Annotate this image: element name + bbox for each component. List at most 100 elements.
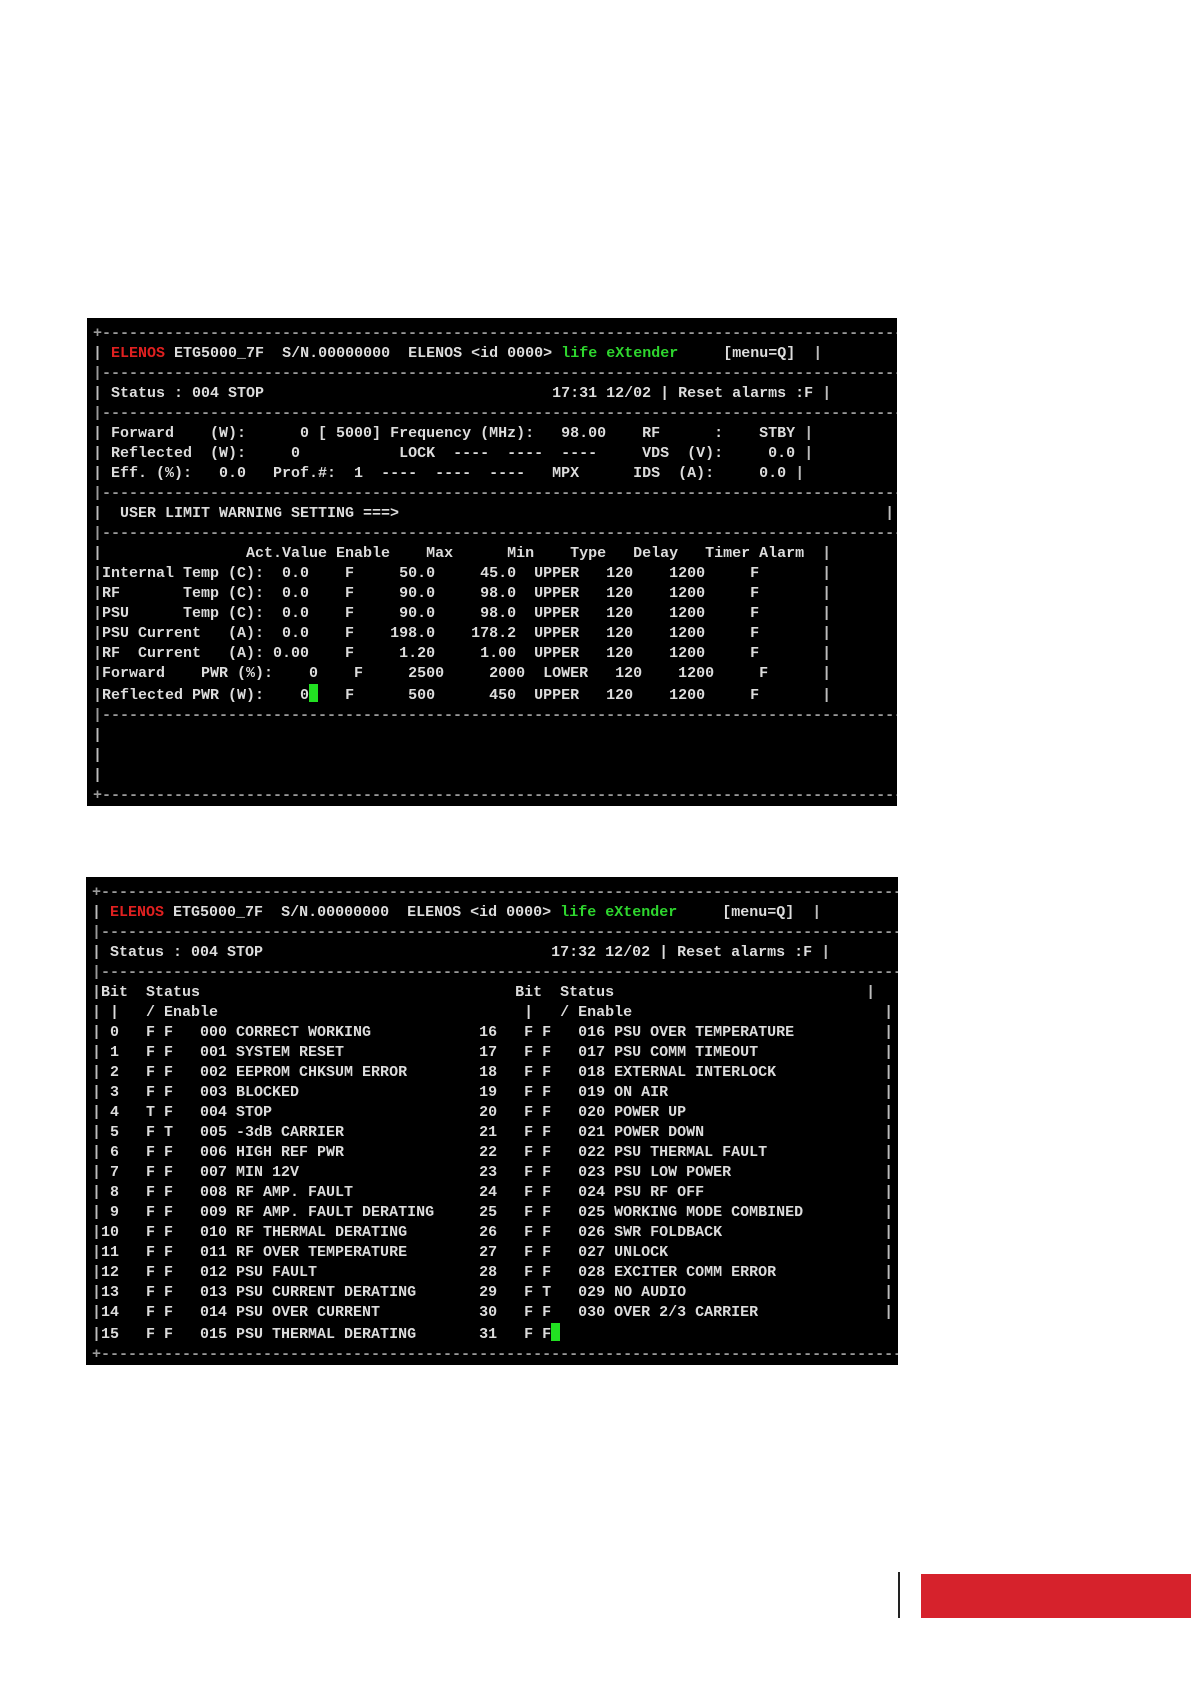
bit-row-11: 11 F F 011 RF OVER TEMPERATURE 27 F F 02… xyxy=(101,1244,669,1261)
ids-value: IDS (A): 0.0 xyxy=(633,465,787,482)
status-bit-row[interactable]: | 8 F F 008 RF AMP. FAULT 24 F F 024 PSU… xyxy=(92,1183,893,1203)
header-line: | ELENOS ETG5000_7F S/N.00000000 ELENOS … xyxy=(93,345,823,362)
status-bit-row[interactable]: | 3 F F 003 BLOCKED 19 F F 019 ON AIR | xyxy=(92,1083,893,1103)
slogan: life eXtender xyxy=(560,904,678,921)
table-header: | Act.Value Enable Max Min Type Delay Ti… xyxy=(93,545,832,562)
table-row[interactable]: |RF Temp (C): 0.0 F 90.0 98.0 UPPER 120 … xyxy=(93,584,891,604)
warning-title: USER LIMIT WARNING SETTING ===> xyxy=(120,505,400,522)
bit-row-13: 13 F F 013 PSU CURRENT DERATING 29 F T 0… xyxy=(101,1284,687,1301)
warning-title-line: | USER LIMIT WARNING SETTING ===> | xyxy=(93,505,895,522)
status-label: Status : 004 STOP xyxy=(111,385,265,402)
status-bit-row[interactable]: |13 F F 013 PSU CURRENT DERATING 29 F T … xyxy=(92,1283,893,1303)
measure-row: | Eff. (%): 0.0 Prof.#: 1 ---- ---- ----… xyxy=(93,465,805,482)
slogan: life eXtender xyxy=(561,345,679,362)
status-line: | Status : 004 STOP 17:31 12/02 | Reset … xyxy=(93,385,832,402)
row-psu-temp: PSU Temp (C): 0.0 F 90.0 98.0 UPPER 120 … xyxy=(102,605,760,622)
column-header-text: Bit Status Bit Status xyxy=(101,984,615,1001)
clock: 17:31 12/02 xyxy=(552,385,652,402)
row-rf-temp: RF Temp (C): 0.0 F 90.0 98.0 UPPER 120 1… xyxy=(102,585,760,602)
status-bit-row[interactable]: |10 F F 010 RF THERMAL DERATING 26 F F 0… xyxy=(92,1223,893,1243)
status-bit-row[interactable]: | 0 F F 000 CORRECT WORKING 16 F F 016 P… xyxy=(92,1023,893,1043)
empty-line: | | xyxy=(93,727,897,744)
efficiency: Eff. (%): 0.0 Prof.#: 1 xyxy=(111,465,364,482)
bit-row-3: 3 F F 003 BLOCKED 19 F F 019 ON AIR xyxy=(101,1084,669,1101)
bit-row-5: 5 F T 005 -3dB CARRIER 21 F F 021 POWER … xyxy=(101,1124,705,1141)
footer-brand-bar xyxy=(921,1574,1191,1618)
forward-power: Forward (W): 0 [ 5000] xyxy=(111,425,382,442)
frequency: Frequency (MHz): 98.00 xyxy=(390,425,607,442)
reflected-power: Reflected (W): 0 xyxy=(111,445,301,462)
table-header-text: Act.Value Enable Max Min Type Delay Time… xyxy=(102,545,805,562)
menu-hint[interactable]: [menu=Q] xyxy=(723,345,795,362)
terminal-screen-limits[interactable]: +---------------------------------------… xyxy=(87,318,897,806)
bit-row-0: 0 F F 000 CORRECT WORKING 16 F F 016 PSU… xyxy=(101,1024,795,1041)
table-row[interactable]: |RF Current (A): 0.00 F 1.20 1.00 UPPER … xyxy=(93,644,891,664)
rf-state: RF : STBY xyxy=(642,425,796,442)
bit-row-12: 12 F F 012 PSU FAULT 28 F F 028 EXCITER … xyxy=(101,1264,777,1281)
terminal-screen-status-bits[interactable]: +---------------------------------------… xyxy=(86,877,898,1365)
separator: |---------------------------------------… xyxy=(93,405,897,422)
row-psu-current: PSU Current (A): 0.0 F 198.0 178.2 UPPER… xyxy=(102,625,760,642)
maker-name: ELENOS xyxy=(407,904,462,921)
serial-number: S/N.00000000 xyxy=(282,345,391,362)
status-line: | Status : 004 STOP 17:32 12/02 | Reset … xyxy=(92,944,831,961)
serial-number: S/N.00000000 xyxy=(281,904,390,921)
row-rf-current: RF Current (A): 0.00 F 1.20 1.00 UPPER 1… xyxy=(102,645,760,662)
bit-row-9: 9 F F 009 RF AMP. FAULT DERATING 25 F F … xyxy=(101,1204,804,1221)
table-row[interactable]: |Internal Temp (C): 0.0 F 50.0 45.0 UPPE… xyxy=(93,564,891,584)
table-row[interactable]: |PSU Current (A): 0.0 F 198.0 178.2 UPPE… xyxy=(93,624,891,644)
status-bit-row[interactable]: |12 F F 012 PSU FAULT 28 F F 028 EXCITER… xyxy=(92,1263,893,1283)
bit-row-6: 6 F F 006 HIGH REF PWR 22 F F 022 PSU TH… xyxy=(101,1144,768,1161)
lock-state: LOCK ---- ---- ---- xyxy=(399,445,598,462)
separator: |---------------------------------------… xyxy=(92,964,898,981)
table-row[interactable]: |PSU Temp (C): 0.0 F 90.0 98.0 UPPER 120… xyxy=(93,604,891,624)
model-name: ETG5000_7F xyxy=(174,345,265,362)
vds-value: VDS (V): 0.0 xyxy=(642,445,796,462)
separator: |---------------------------------------… xyxy=(93,707,897,724)
mpx-state: ---- ---- ---- MPX xyxy=(381,465,580,482)
status-bit-row[interactable]: | 1 F F 001 SYSTEM RESET 17 F F 017 PSU … xyxy=(92,1043,893,1063)
column-header: |Bit Status Bit Status | xyxy=(92,984,876,1001)
status-bit-row[interactable]: | 5 F T 005 -3dB CARRIER 21 F F 021 POWE… xyxy=(92,1123,893,1143)
status-bit-row[interactable]: | 6 F F 006 HIGH REF PWR 22 F F 022 PSU … xyxy=(92,1143,893,1163)
clock: 17:32 12/02 xyxy=(551,944,651,961)
table-row[interactable]: |Forward PWR (%): 0 F 2500 2000 LOWER 12… xyxy=(93,664,891,684)
measure-row: | Forward (W): 0 [ 5000] Frequency (MHz)… xyxy=(93,425,814,442)
status-bit-row[interactable]: | 7 F F 007 MIN 12V 23 F F 023 PSU LOW P… xyxy=(92,1163,893,1183)
reset-alarms[interactable]: Reset alarms :F xyxy=(678,385,813,402)
bit-row-8: 8 F F 008 RF AMP. FAULT 24 F F 024 PSU R… xyxy=(101,1184,705,1201)
status-bit-row[interactable]: | 4 T F 004 STOP 20 F F 020 POWER UP | xyxy=(92,1103,893,1123)
separator: |---------------------------------------… xyxy=(93,485,897,502)
measure-row: | Reflected (W): 0 LOCK ---- ---- ---- V… xyxy=(93,445,814,462)
footer-divider xyxy=(898,1572,900,1618)
reset-alarms[interactable]: Reset alarms :F xyxy=(677,944,812,961)
row-forward-pwr: Forward PWR (%): 0 F 2500 2000 LOWER 120… xyxy=(102,665,769,682)
status-label: Status : 004 STOP xyxy=(110,944,264,961)
status-bit-row[interactable]: | 9 F F 009 RF AMP. FAULT DERATING 25 F … xyxy=(92,1203,893,1223)
empty-line: | | xyxy=(93,767,897,784)
status-bit-row[interactable]: |14 F F 014 PSU OVER CURRENT 30 F F 030 … xyxy=(92,1303,893,1323)
column-header: | | / Enable | / Enable | xyxy=(92,1004,894,1021)
status-bit-row[interactable]: |15 F F 015 PSU THERMAL DERATING 31 F F … xyxy=(92,1323,892,1345)
separator: +---------------------------------------… xyxy=(93,787,897,804)
brand-elenos: ELENOS xyxy=(110,904,165,921)
separator: |---------------------------------------… xyxy=(93,365,897,382)
bit-row-10: 10 F F 010 RF THERMAL DERATING 26 F F 02… xyxy=(101,1224,723,1241)
menu-hint[interactable]: [menu=Q] xyxy=(722,904,794,921)
separator: +---------------------------------------… xyxy=(93,325,897,342)
status-bit-row[interactable]: |11 F F 011 RF OVER TEMPERATURE 27 F F 0… xyxy=(92,1243,893,1263)
model-name: ETG5000_7F xyxy=(173,904,264,921)
bit-row-15: 15 F F 015 PSU THERMAL DERATING 31 F F xyxy=(101,1326,552,1343)
text-cursor xyxy=(551,1323,561,1341)
brand-elenos: ELENOS xyxy=(111,345,166,362)
empty-line: | | xyxy=(93,747,897,764)
header-line: | ELENOS ETG5000_7F S/N.00000000 ELENOS … xyxy=(92,904,822,921)
bit-row-14: 14 F F 014 PSU OVER CURRENT 30 F F 030 O… xyxy=(101,1304,759,1321)
row-reflected-pwr-values: F 500 450 UPPER 120 1200 F xyxy=(345,687,760,704)
bit-row-7: 7 F F 007 MIN 12V 23 F F 023 PSU LOW POW… xyxy=(101,1164,732,1181)
status-bit-row[interactable]: | 2 F F 002 EEPROM CHKSUM ERROR 18 F F 0… xyxy=(92,1063,893,1083)
device-id: <id 0000> xyxy=(470,904,552,921)
separator: |---------------------------------------… xyxy=(92,924,898,941)
bit-row-4: 4 T F 004 STOP 20 F F 020 POWER UP xyxy=(101,1104,687,1121)
table-row[interactable]: |Reflected PWR (W): 0 F 500 450 UPPER 12… xyxy=(93,684,891,706)
